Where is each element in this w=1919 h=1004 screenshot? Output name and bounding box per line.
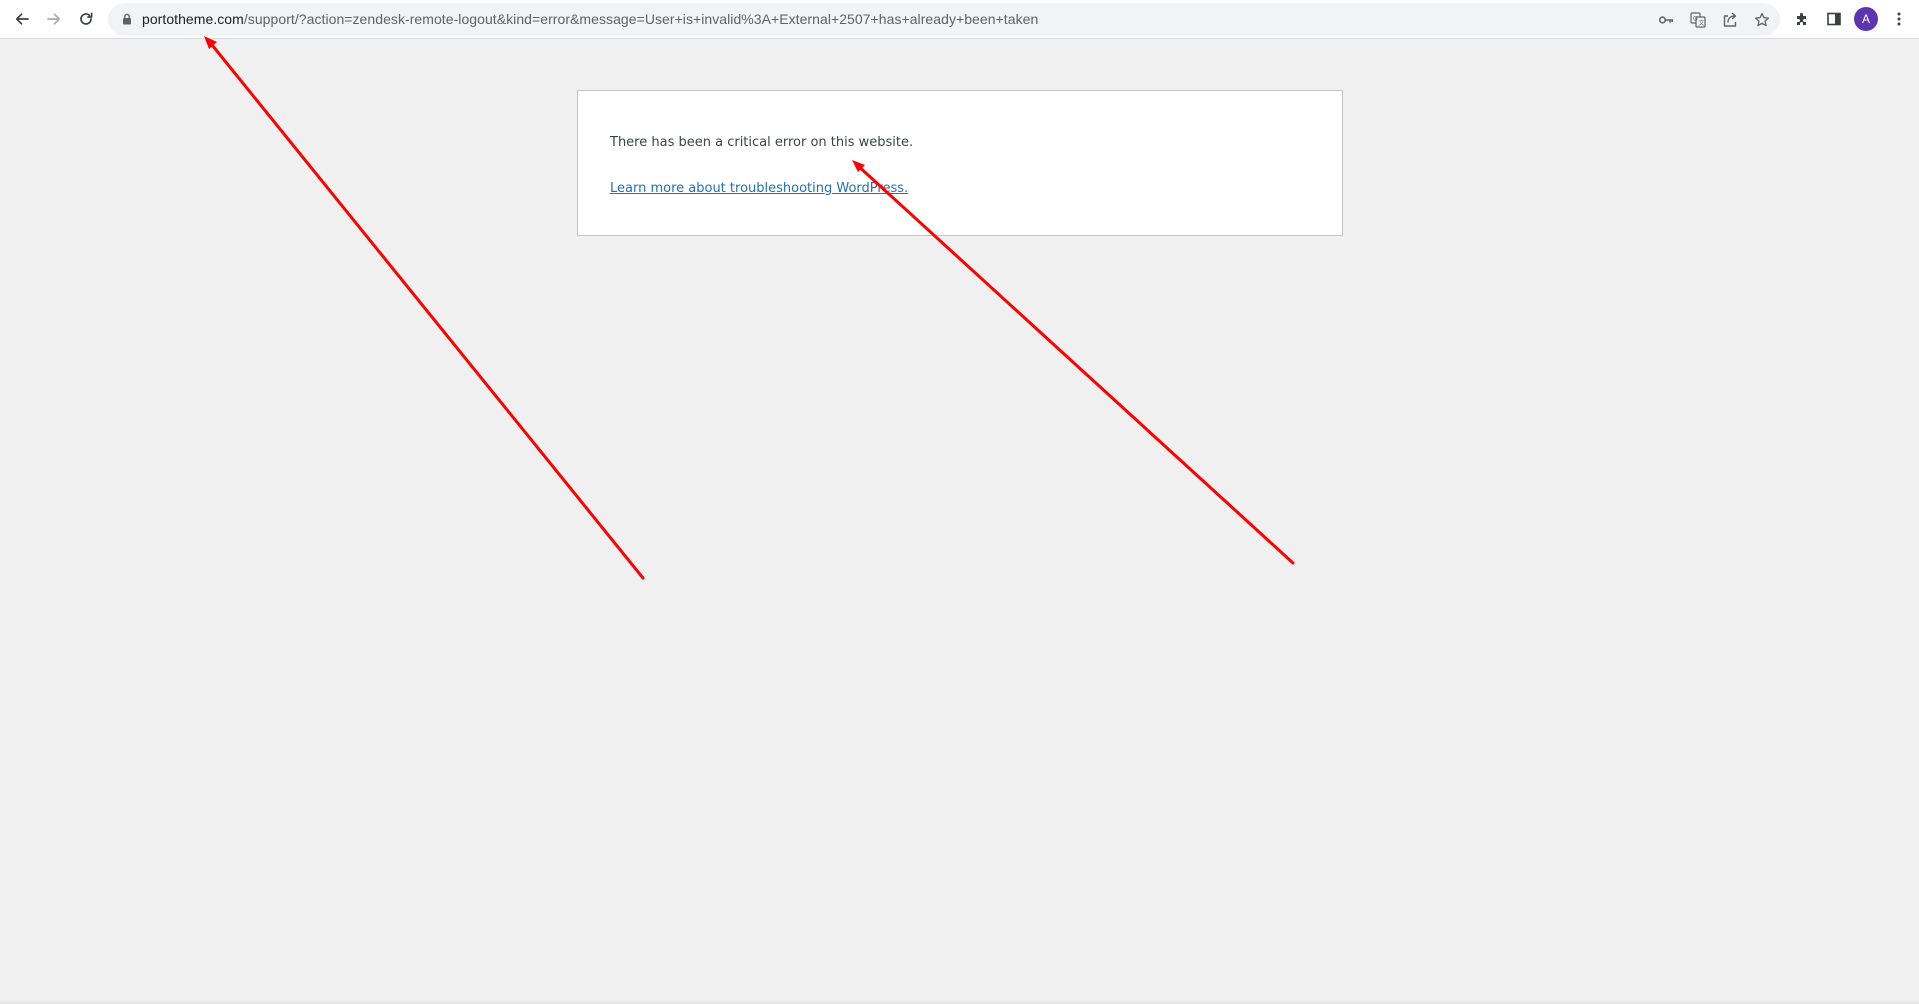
side-panel-button[interactable] — [1821, 6, 1847, 32]
troubleshooting-link[interactable]: Learn more about troubleshooting WordPre… — [610, 181, 908, 196]
kebab-menu-icon — [1897, 12, 1901, 26]
url-path: /support/?action=zendesk-remote-logout&k… — [243, 11, 1039, 27]
lock-icon[interactable] — [120, 12, 134, 26]
address-bar[interactable]: portotheme.com/support/?action=zendesk-r… — [108, 3, 1780, 36]
translate-icon[interactable]: G 文 — [1686, 8, 1710, 32]
extensions-button[interactable] — [1789, 6, 1815, 32]
reload-button[interactable] — [73, 6, 99, 32]
forward-button[interactable] — [41, 6, 67, 32]
url-text[interactable]: portotheme.com/support/?action=zendesk-r… — [142, 3, 1038, 36]
side-panel-icon — [1827, 12, 1841, 26]
browser-toolbar: portotheme.com/support/?action=zendesk-r… — [0, 0, 1919, 39]
arrow-left-icon — [15, 13, 29, 25]
error-message: There has been a critical error on this … — [610, 135, 914, 150]
key-icon[interactable] — [1654, 8, 1678, 32]
puzzle-icon — [1797, 13, 1806, 25]
star-icon[interactable] — [1750, 8, 1774, 32]
back-button[interactable] — [9, 6, 35, 32]
browser-window: portotheme.com/support/?action=zendesk-r… — [0, 0, 1919, 1004]
svg-text:文: 文 — [1699, 19, 1705, 27]
reload-icon — [80, 12, 93, 25]
profile-avatar[interactable]: A — [1854, 7, 1878, 31]
url-host: portotheme.com — [142, 11, 244, 27]
svg-text:G: G — [1693, 17, 1698, 23]
arrow-right-icon — [47, 13, 61, 25]
error-panel: There has been a critical error on this … — [577, 90, 1343, 236]
share-icon[interactable] — [1718, 8, 1742, 32]
browser-menu-button[interactable] — [1886, 6, 1912, 32]
